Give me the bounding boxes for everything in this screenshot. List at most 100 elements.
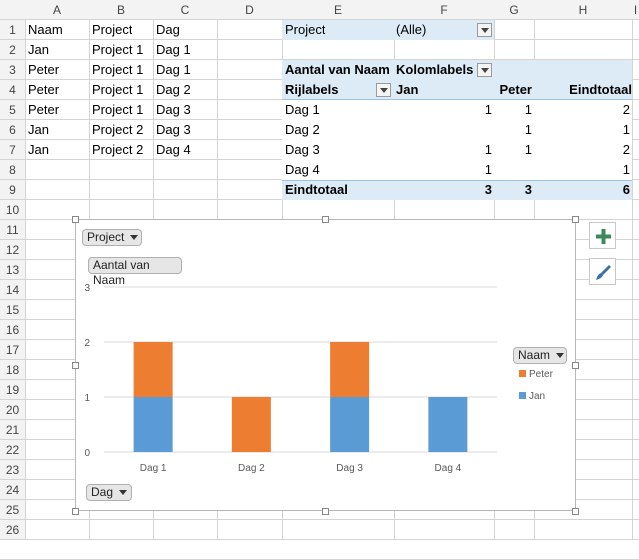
- table-cell: Project 2: [92, 142, 144, 157]
- pivot-value-peter: 1: [524, 122, 532, 137]
- pivot-column-dropdown[interactable]: [477, 63, 492, 77]
- pivot-row-label: Dag 4: [285, 162, 320, 177]
- y-tick-label: 2: [84, 338, 90, 349]
- column-header-i[interactable]: I: [632, 0, 639, 19]
- table-cell: Jan: [28, 122, 49, 137]
- column-header-c[interactable]: C: [153, 0, 217, 19]
- bar-peter: [231, 397, 271, 452]
- table-cell: Project 1: [92, 102, 144, 117]
- pivot-col-total: Eindtotaal: [569, 82, 632, 97]
- table-cell: Jan: [28, 142, 49, 157]
- chart-elements-button[interactable]: [589, 222, 616, 249]
- pivot-row-labels: Rijlabels: [285, 82, 339, 97]
- column-header-f[interactable]: F: [394, 0, 494, 19]
- grid-hline: [0, 539, 639, 540]
- row-header-16[interactable]: 16: [0, 320, 25, 339]
- resize-handle-b[interactable]: [322, 508, 329, 515]
- pivot-filter-label: Project: [285, 22, 326, 37]
- row-header-17[interactable]: 17: [0, 340, 25, 359]
- pivot-filter-dropdown[interactable]: [477, 23, 492, 37]
- resize-handle-l[interactable]: [72, 362, 79, 369]
- pivot-row-label: Dag 3: [285, 142, 320, 157]
- pivot-value-total: 1: [622, 122, 630, 137]
- table-cell: Dag 3: [156, 102, 191, 117]
- table-cell: Peter: [28, 82, 60, 97]
- row-header-26[interactable]: 26: [0, 520, 25, 539]
- row-header-7[interactable]: 7: [0, 140, 25, 159]
- table-cell: Jan: [28, 42, 49, 57]
- x-tick-label: Dag 1: [140, 463, 167, 474]
- chart-styles-button[interactable]: [589, 258, 616, 285]
- y-tick-label: 1: [84, 393, 90, 404]
- bar-peter: [133, 342, 173, 397]
- pivot-value-jan: 1: [484, 102, 492, 117]
- row-header-25[interactable]: 25: [0, 500, 25, 519]
- column-header-h[interactable]: H: [534, 0, 632, 19]
- row-header-5[interactable]: 5: [0, 100, 25, 119]
- column-header-b[interactable]: B: [89, 0, 153, 19]
- pivot-value-total: 2: [622, 102, 630, 117]
- row-header-19[interactable]: 19: [0, 380, 25, 399]
- row-header-4[interactable]: 4: [0, 80, 25, 99]
- pivot-value-jan: 1: [484, 142, 492, 157]
- pivot-values-label: Aantal van Naam: [285, 62, 390, 77]
- y-tick-label: 3: [84, 283, 90, 294]
- column-header-d[interactable]: D: [217, 0, 282, 19]
- chart-plot: 0 1 2 3 Dag 1 Dag 2 Dag 3 Dag 4 Peter Jan: [84, 283, 553, 474]
- resize-handle-t[interactable]: [322, 216, 329, 223]
- row-header-14[interactable]: 14: [0, 280, 25, 299]
- row-header-9[interactable]: 9: [0, 180, 25, 199]
- row-header-8[interactable]: 8: [0, 160, 25, 179]
- column-header-g[interactable]: G: [494, 0, 534, 19]
- resize-handle-r[interactable]: [572, 362, 579, 369]
- table-cell: Dag 1: [156, 42, 191, 57]
- row-header-10[interactable]: 10: [0, 200, 25, 219]
- pivot-value-jan: 1: [484, 162, 492, 177]
- table-cell: Dag 1: [156, 62, 191, 77]
- row-header-1[interactable]: 1: [0, 20, 25, 39]
- column-header-e[interactable]: E: [282, 0, 394, 19]
- x-tick-label: Dag 4: [435, 463, 462, 474]
- pivot-value-peter: 1: [524, 142, 532, 157]
- pivot-row-label: Dag 1: [285, 102, 320, 117]
- resize-handle-br[interactable]: [572, 508, 579, 515]
- select-all-corner[interactable]: [0, 0, 25, 19]
- pivot-total-peter: 3: [524, 182, 532, 197]
- pivot-row-label: Dag 2: [285, 122, 320, 137]
- legend-swatch-peter: [519, 370, 526, 377]
- pivot-value-peter: [494, 160, 532, 180]
- table-cell: Project 1: [92, 42, 144, 57]
- row-header-20[interactable]: 20: [0, 400, 25, 419]
- spreadsheet: A B C D E F G H I 1 2 3 4 5 6 7 8 9 10 11 12 13 14 15 16 17 18 19 20…: [0, 0, 639, 560]
- row-header-23[interactable]: 23: [0, 460, 25, 479]
- row-header-11[interactable]: 11: [0, 220, 25, 239]
- row-header-6[interactable]: 6: [0, 120, 25, 139]
- row-header-2[interactable]: 2: [0, 40, 25, 59]
- table-cell: Project 2: [92, 122, 144, 137]
- pivot-total-all: 6: [622, 182, 630, 197]
- resize-handle-bl[interactable]: [72, 508, 79, 515]
- resize-handle-tl[interactable]: [72, 216, 79, 223]
- row-header-24[interactable]: 24: [0, 480, 25, 499]
- column-header-a[interactable]: A: [25, 0, 89, 19]
- row-header-15[interactable]: 15: [0, 300, 25, 319]
- pivot-value-total: 2: [622, 142, 630, 157]
- row-header-12[interactable]: 12: [0, 240, 25, 259]
- row-header-22[interactable]: 22: [0, 440, 25, 459]
- pivot-column-labels: Kolomlabels: [396, 62, 474, 77]
- y-tick-label: 0: [84, 448, 90, 459]
- row-header-3[interactable]: 3: [0, 60, 25, 79]
- pivot-value-total: 1: [622, 162, 630, 177]
- pivot-col-peter: Peter: [499, 82, 532, 97]
- pivot-total-label: Eindtotaal: [285, 182, 348, 197]
- pivot-chart[interactable]: Project Aantal van Naam Naam Dag 0 1 2 3 Dag…: [75, 219, 576, 511]
- pivot-row-dropdown[interactable]: [376, 83, 391, 97]
- row-header-21[interactable]: 21: [0, 420, 25, 439]
- table-cell: Dag 4: [156, 142, 191, 157]
- resize-handle-tr[interactable]: [572, 216, 579, 223]
- row-header-13[interactable]: 13: [0, 260, 25, 279]
- row-header-18[interactable]: 18: [0, 360, 25, 379]
- table-cell: Peter: [28, 62, 60, 77]
- table-cell: Project 1: [92, 82, 144, 97]
- pivot-filter-value: (Alle): [396, 22, 427, 37]
